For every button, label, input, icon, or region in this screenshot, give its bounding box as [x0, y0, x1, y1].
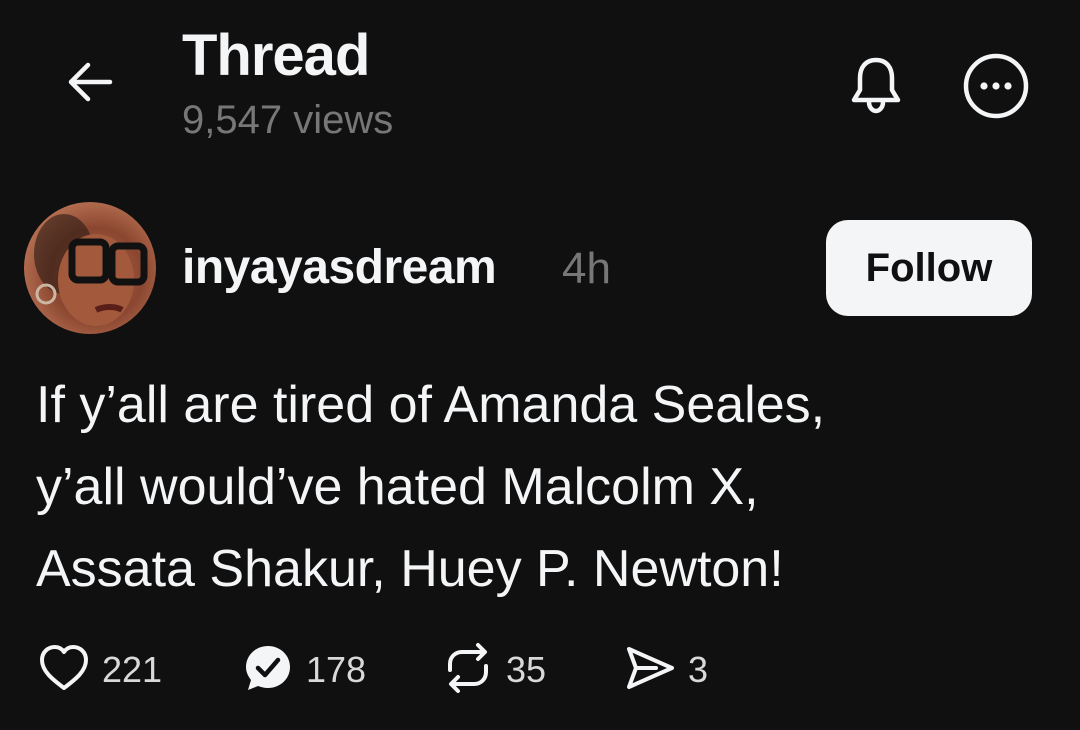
view-count: 9,547 views — [182, 98, 394, 142]
more-options-button[interactable] — [958, 50, 1034, 126]
notifications-button[interactable] — [840, 50, 912, 122]
heart-icon — [36, 640, 92, 701]
follow-button[interactable]: Follow — [826, 220, 1032, 316]
repost-button[interactable]: 35 — [440, 638, 546, 702]
post-text: If y’all are tired of Amanda Seales, y’a… — [36, 364, 1046, 610]
more-options-icon — [961, 51, 1031, 126]
post-text-line: If y’all are tired of Amanda Seales, — [36, 376, 826, 434]
reply-bubble-icon — [240, 640, 296, 701]
send-icon — [622, 640, 678, 701]
share-count: 3 — [688, 649, 709, 690]
repost-icon — [440, 640, 496, 701]
bell-icon — [844, 52, 908, 121]
avatar[interactable] — [24, 202, 156, 334]
back-button[interactable] — [58, 52, 122, 116]
post-text-line: Assata Shakur, Huey P. Newton! — [36, 540, 784, 598]
like-count: 221 — [102, 649, 163, 690]
author-username[interactable]: inyayasdream — [182, 240, 497, 295]
back-arrow-icon — [62, 54, 118, 115]
thread-page: Thread 9,547 views inyayasdream 4h Follo… — [0, 0, 1080, 730]
share-button[interactable]: 3 — [622, 638, 708, 702]
like-button[interactable]: 221 — [36, 638, 162, 702]
repost-count: 35 — [506, 649, 547, 690]
post-timestamp: 4h — [562, 244, 611, 293]
reply-count: 178 — [306, 649, 367, 690]
reply-button[interactable]: 178 — [240, 638, 366, 702]
post-text-line: y’all would’ve hated Malcolm X, — [36, 458, 759, 516]
page-title: Thread — [182, 23, 370, 88]
